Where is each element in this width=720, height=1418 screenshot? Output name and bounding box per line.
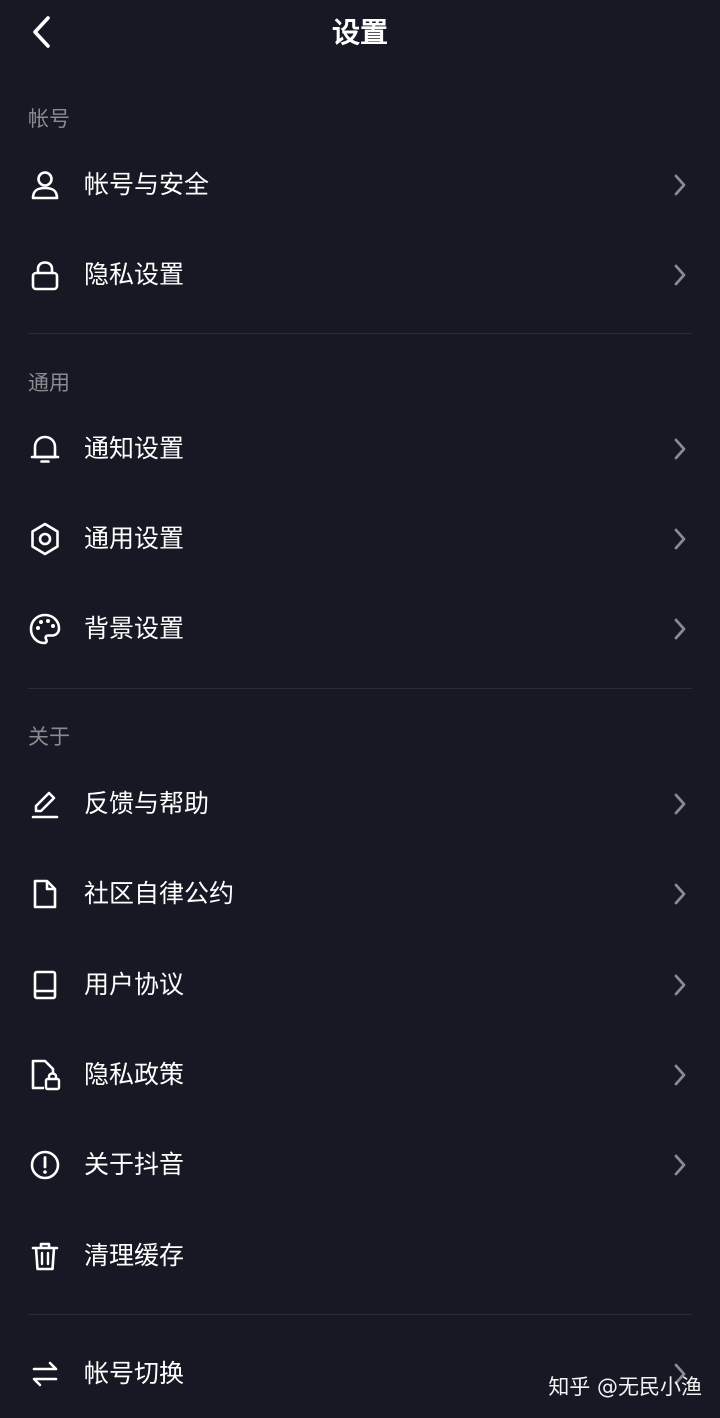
- row-label: 帐号切换: [84, 1359, 185, 1388]
- swap-icon: [27, 1356, 63, 1392]
- section-title-general: 通用: [28, 371, 70, 395]
- row-label: 背景设置: [84, 614, 185, 643]
- chevron-right-icon: [668, 617, 692, 641]
- palette-icon: [27, 611, 63, 647]
- row-background-settings[interactable]: 背景设置: [0, 584, 720, 674]
- row-account-security[interactable]: 帐号与安全: [0, 140, 720, 230]
- row-about-douyin[interactable]: 关于抖音: [0, 1120, 720, 1210]
- watermark-text: 知乎 @无民小渔: [548, 1375, 702, 1399]
- bell-icon: [27, 431, 63, 467]
- chevron-right-icon: [668, 792, 692, 816]
- section-divider: [28, 688, 692, 689]
- chevron-right-icon: [668, 882, 692, 906]
- chevron-right-icon: [668, 1063, 692, 1087]
- page-title: 设置: [331, 16, 388, 49]
- row-label: 用户协议: [84, 970, 185, 999]
- row-label: 关于抖音: [84, 1150, 185, 1179]
- section-title-about: 关于: [28, 725, 70, 749]
- row-privacy-policy[interactable]: 隐私政策: [0, 1030, 720, 1120]
- row-general-settings[interactable]: 通用设置: [0, 494, 720, 584]
- row-privacy-settings[interactable]: 隐私设置: [0, 230, 720, 320]
- chevron-right-icon: [668, 437, 692, 461]
- gear-icon: [27, 521, 63, 557]
- row-label: 隐私设置: [84, 260, 185, 289]
- row-label: 隐私政策: [84, 1060, 185, 1089]
- row-label: 反馈与帮助: [84, 789, 210, 818]
- chevron-right-icon: [668, 973, 692, 997]
- pencil-icon: [27, 786, 63, 822]
- chevron-right-icon: [668, 1153, 692, 1177]
- row-community-guidelines[interactable]: 社区自律公约: [0, 849, 720, 939]
- chevron-right-icon: [668, 173, 692, 197]
- row-feedback-help[interactable]: 反馈与帮助: [0, 759, 720, 849]
- row-label: 通知设置: [84, 434, 185, 463]
- row-notification-settings[interactable]: 通知设置: [0, 404, 720, 494]
- file-lock-icon: [27, 1057, 63, 1093]
- top-bar: 设置: [0, 0, 720, 66]
- row-label: 通用设置: [84, 524, 185, 553]
- book-icon: [27, 967, 63, 1003]
- row-label: 帐号与安全: [84, 170, 210, 199]
- row-user-agreement[interactable]: 用户协议: [0, 940, 720, 1030]
- section-title-account: 帐号: [28, 107, 70, 131]
- info-icon: [27, 1147, 63, 1183]
- section-divider: [28, 333, 692, 334]
- section-divider: [28, 1314, 692, 1315]
- chevron-right-icon: [668, 263, 692, 287]
- row-label: 社区自律公约: [84, 879, 235, 908]
- chevron-right-icon: [668, 527, 692, 551]
- row-clear-cache[interactable]: 清理缓存: [0, 1211, 720, 1301]
- lock-icon: [27, 257, 63, 293]
- user-icon: [27, 167, 63, 203]
- row-label: 清理缓存: [84, 1241, 185, 1270]
- document-icon: [27, 876, 63, 912]
- trash-icon: [27, 1238, 63, 1274]
